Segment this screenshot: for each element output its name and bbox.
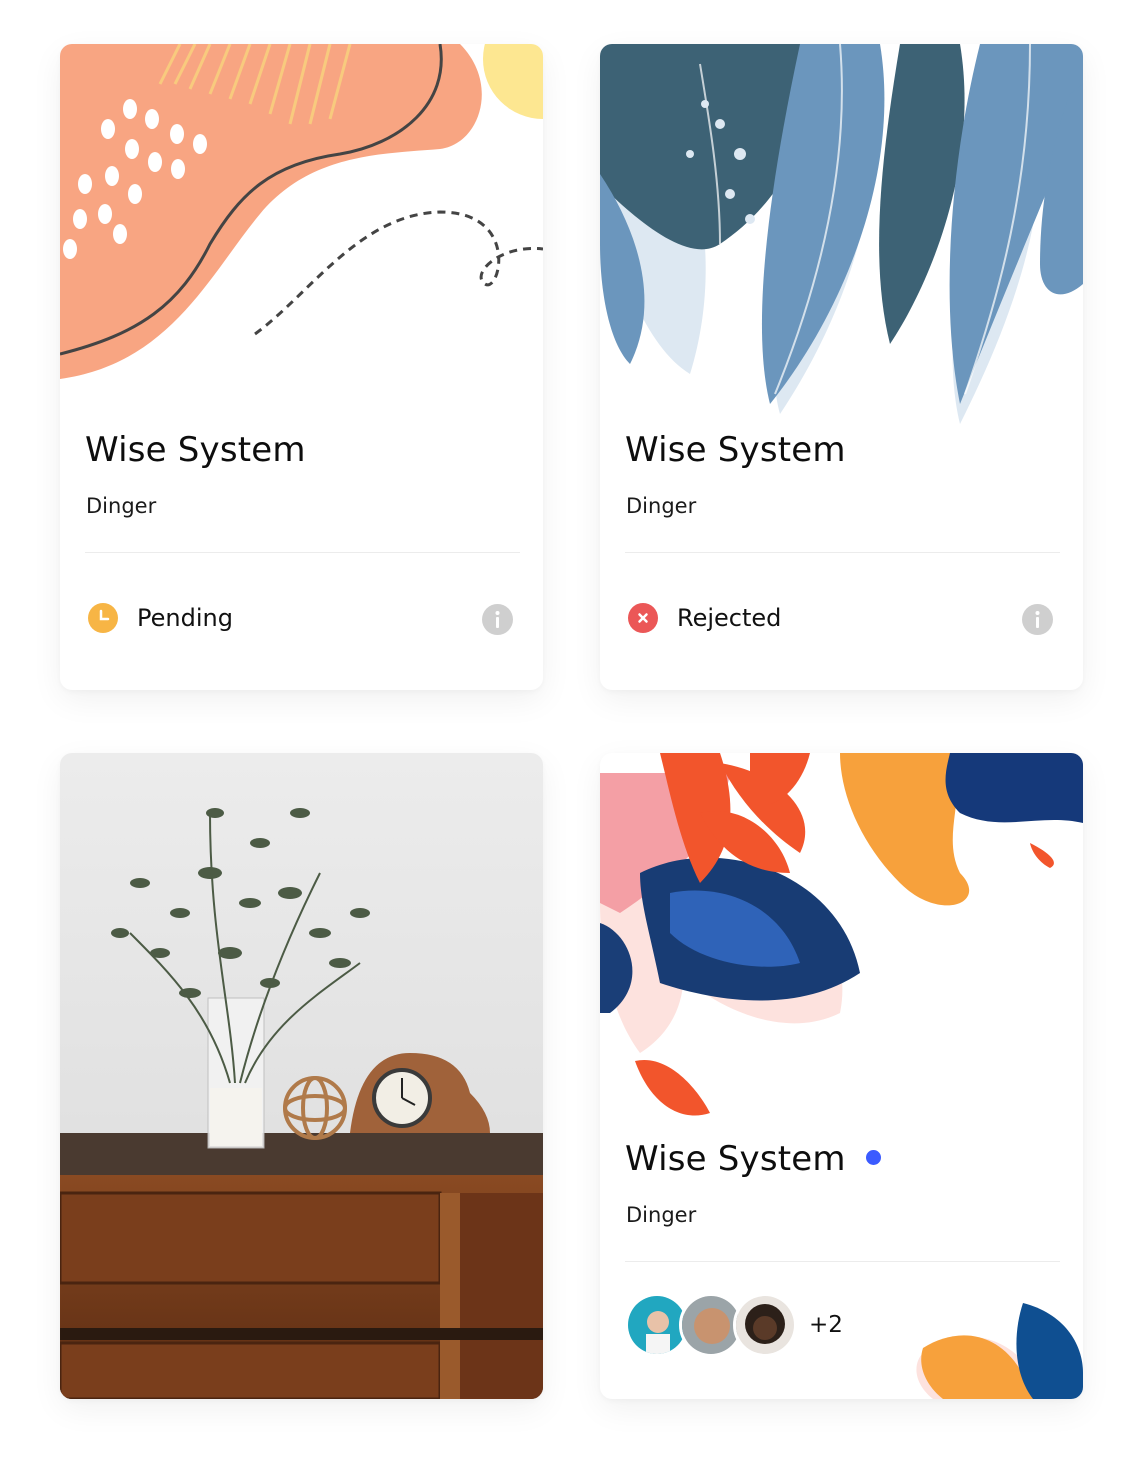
divider	[625, 552, 1060, 553]
vase-clock-photo	[60, 753, 543, 1399]
card-title: Wise System	[625, 1139, 881, 1179]
project-card[interactable]: Wise System Dinger Rejected	[600, 44, 1083, 690]
abstract-illustration	[60, 44, 543, 379]
project-card[interactable]: Wise System Dinger +2	[600, 753, 1083, 1399]
info-icon[interactable]	[1022, 604, 1053, 635]
card-subtitle: Dinger	[86, 494, 157, 518]
status-label: Rejected	[677, 604, 782, 632]
info-icon[interactable]	[482, 604, 513, 635]
photo-card[interactable]	[60, 753, 543, 1399]
status-label: Pending	[137, 604, 233, 632]
more-members-count[interactable]: +2	[809, 1312, 843, 1338]
member-avatars[interactable]: +2	[625, 1293, 843, 1357]
project-card[interactable]: Wise System Dinger Pending	[60, 44, 543, 690]
card-title: Wise System	[625, 430, 846, 470]
clock-icon	[88, 603, 118, 633]
card-title: Wise System	[85, 430, 306, 470]
tropical-illustration	[600, 753, 1083, 1116]
leaves-illustration	[600, 44, 1083, 424]
divider	[625, 1261, 1060, 1262]
status-pending: Pending	[87, 601, 233, 635]
card-title-text: Wise System	[625, 1139, 846, 1179]
card-subtitle: Dinger	[626, 1203, 697, 1227]
divider	[85, 552, 520, 553]
card-subtitle: Dinger	[626, 494, 697, 518]
online-dot	[865, 1150, 881, 1165]
corner-leaves-illustration	[916, 1303, 1083, 1399]
close-circle-icon	[628, 603, 658, 633]
status-rejected: Rejected	[627, 601, 781, 635]
avatar[interactable]	[733, 1293, 797, 1357]
